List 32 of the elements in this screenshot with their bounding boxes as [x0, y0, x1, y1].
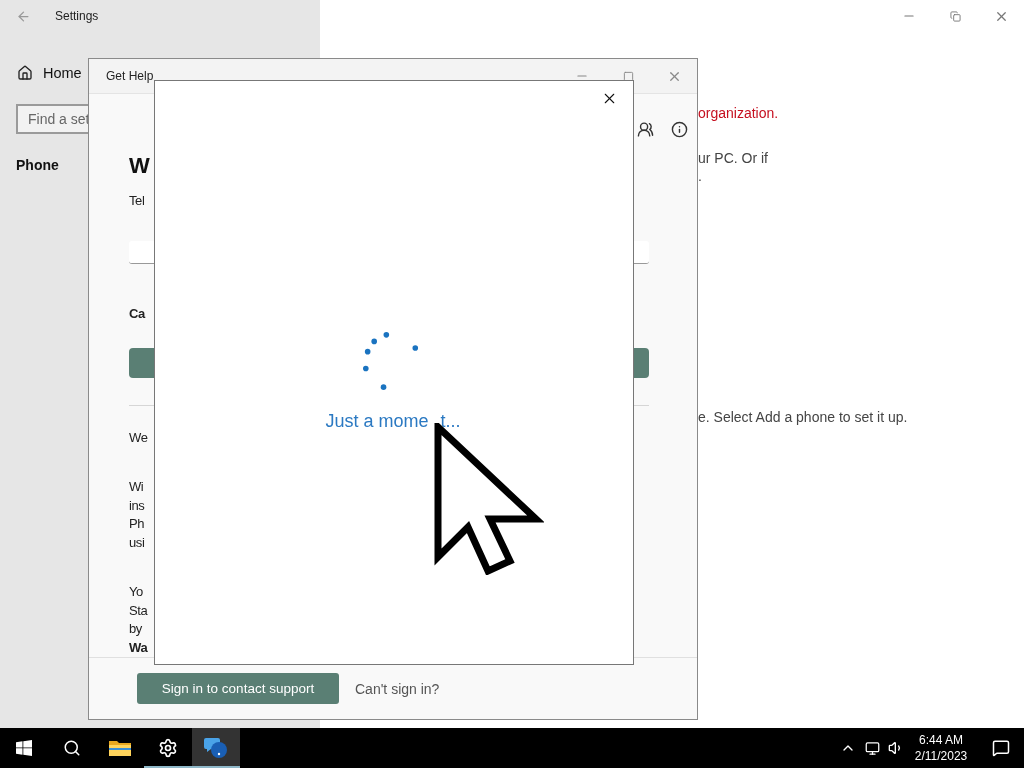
maximize-icon: [622, 70, 634, 82]
search-icon: [63, 739, 81, 757]
window-title: Settings: [55, 9, 99, 23]
windows-logo-icon: [16, 740, 32, 756]
clock-date: 2/11/2023: [914, 748, 968, 764]
loading-spinner-icon: [363, 331, 419, 391]
clock-time: 6:44 AM: [919, 732, 963, 748]
heading-text: W: [129, 152, 150, 180]
paragraph-text: Yo Sta by Wa: [129, 583, 148, 657]
gear-icon: [158, 738, 178, 758]
loading-text: Just a mome: [325, 410, 429, 433]
cant-sign-in-link[interactable]: Can't sign in?: [355, 680, 440, 697]
window-title: Get Help: [106, 69, 155, 83]
folder-icon: [109, 739, 131, 757]
section-title: Phone: [16, 157, 59, 173]
loading-text: t...: [440, 410, 461, 433]
clock[interactable]: 6:44 AM 2/11/2023: [912, 732, 970, 764]
restore-icon: [949, 10, 961, 22]
info-icon[interactable]: [669, 119, 689, 140]
section-label: Ca: [129, 304, 145, 323]
body-text: We: [129, 429, 148, 447]
body-text: e. Select Add a phone to set it up.: [698, 408, 909, 426]
chat-bubbles-icon: [204, 737, 228, 759]
warning-text: organization.: [698, 104, 780, 122]
taskbar-app[interactable]: [192, 728, 240, 768]
sign-in-button[interactable]: Sign in to contact support: [137, 673, 339, 704]
home-icon[interactable]: [17, 65, 33, 81]
body-text: Tel: [129, 192, 145, 210]
home-link[interactable]: Home: [43, 65, 82, 81]
body-text: ur PC. Or if .: [698, 149, 769, 185]
paragraph-text: Wi ins Ph usi: [129, 478, 145, 552]
people-icon[interactable]: [635, 119, 655, 140]
